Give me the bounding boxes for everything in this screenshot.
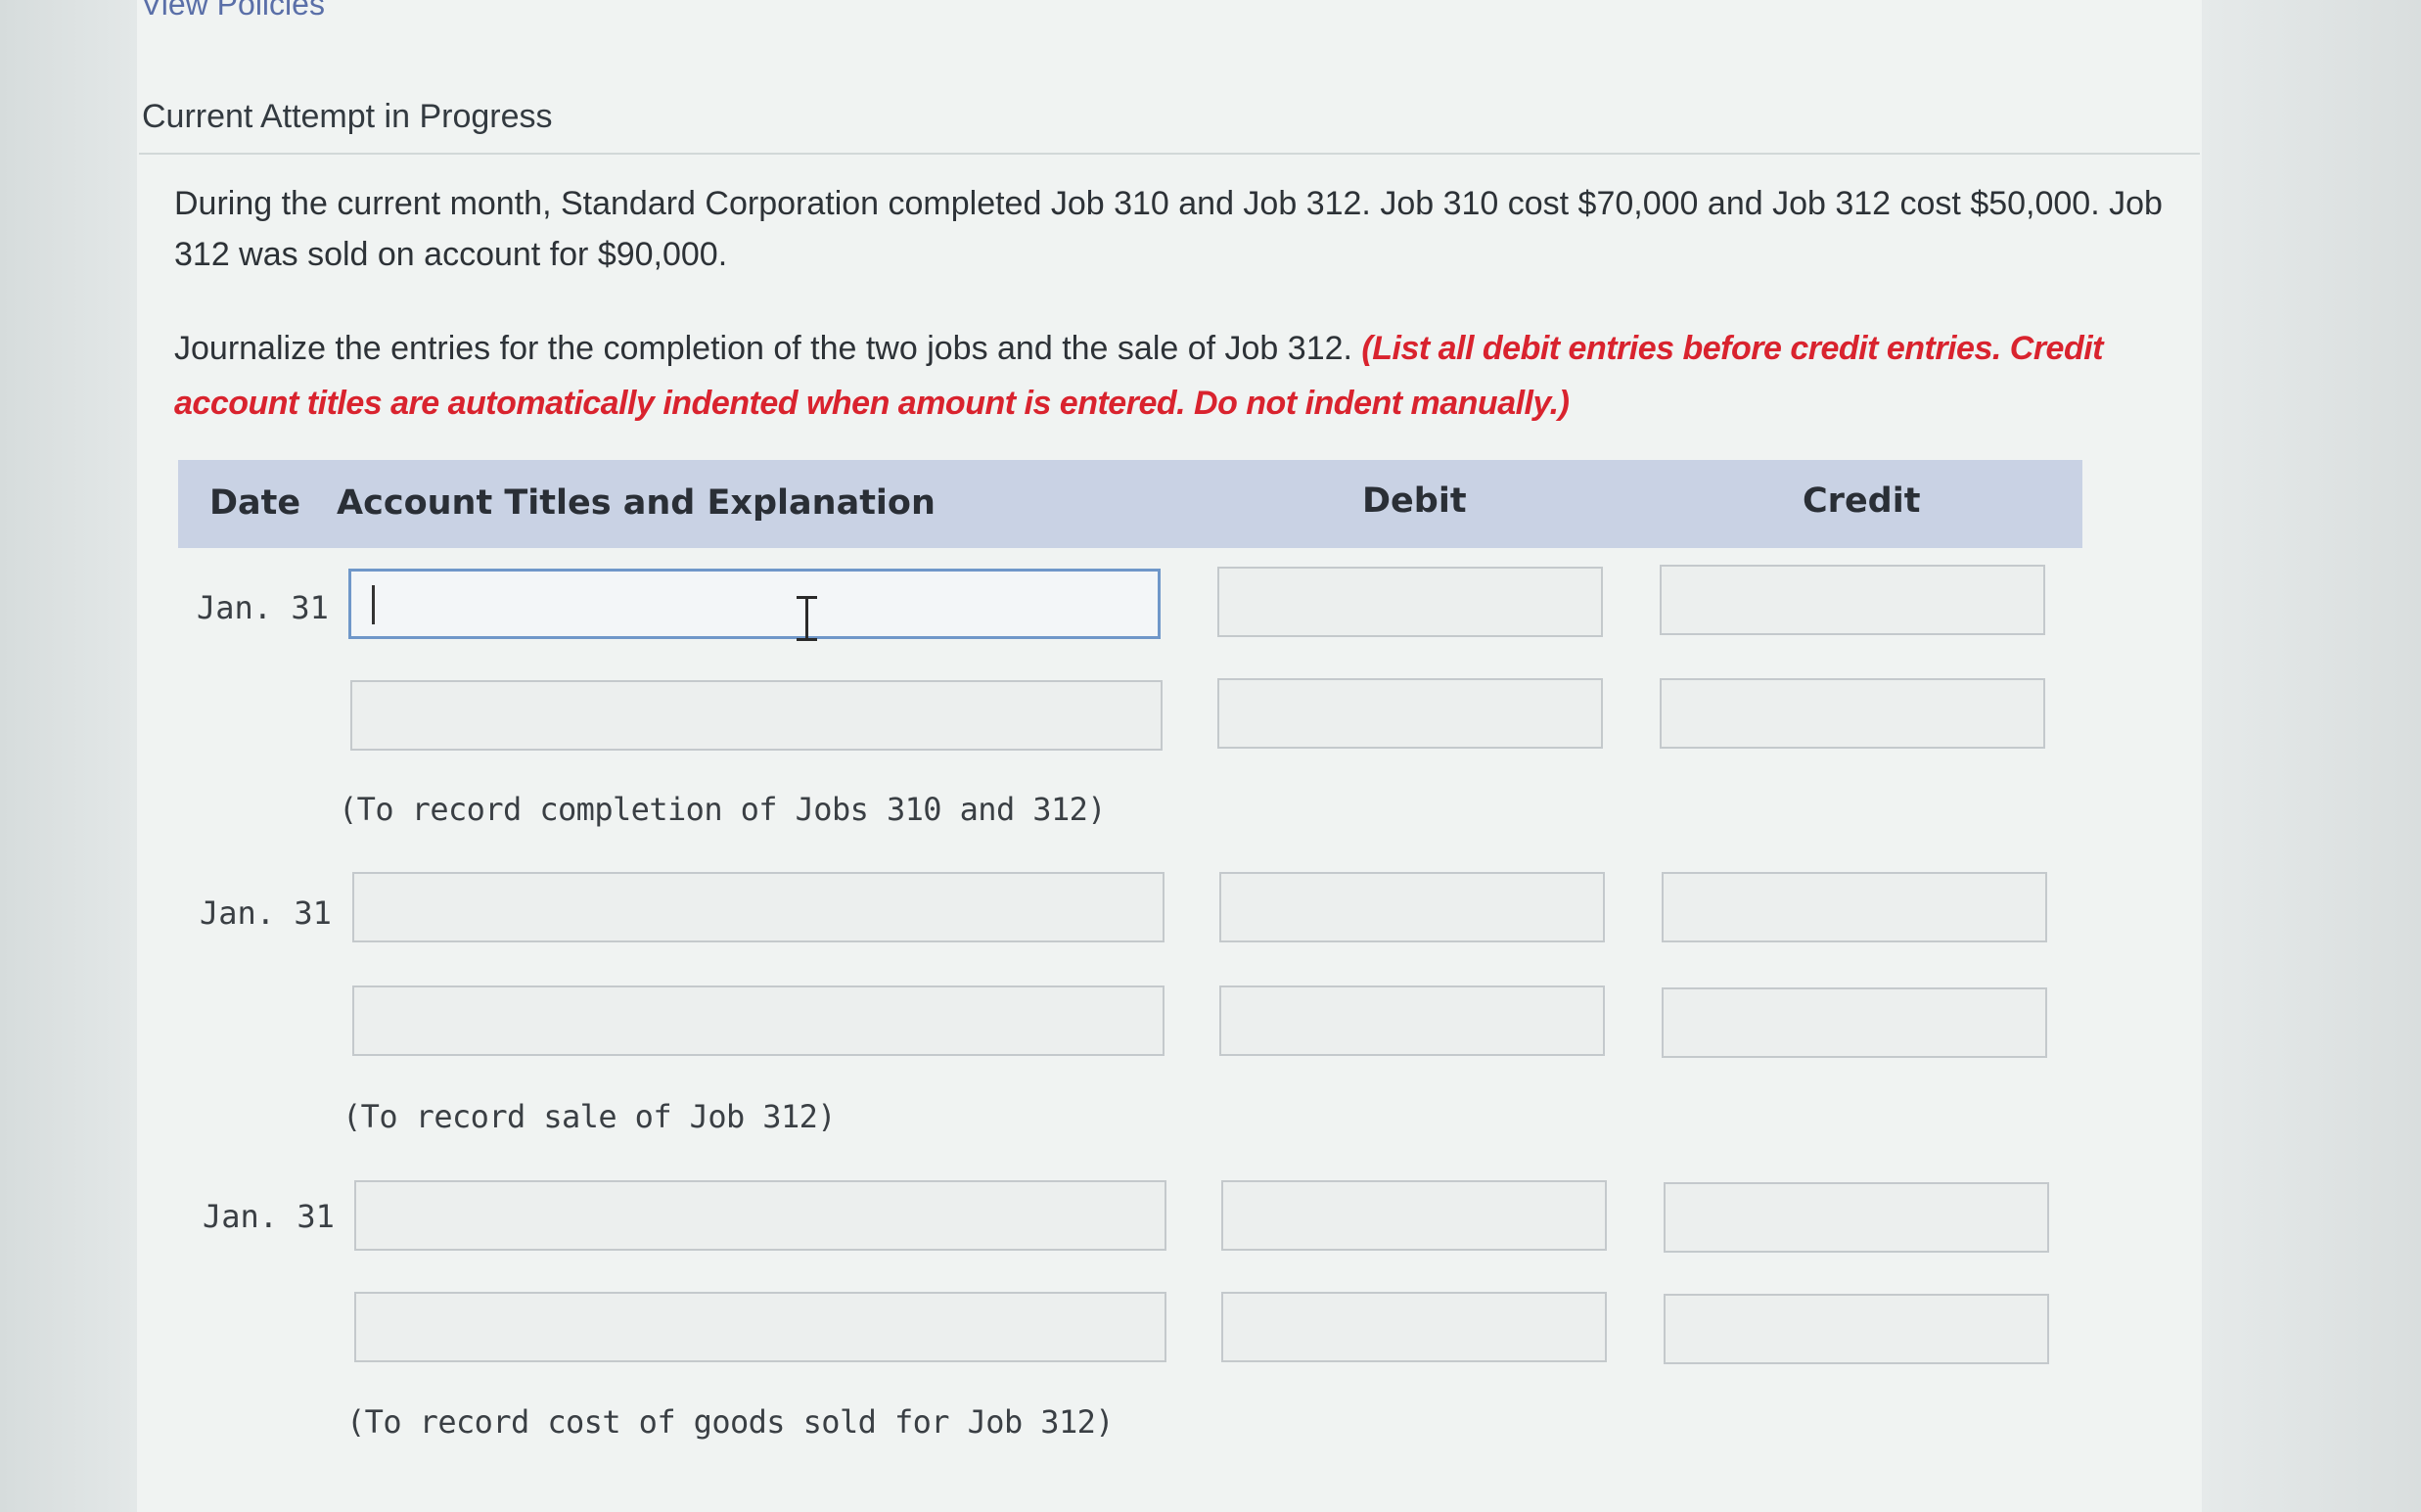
- header-date: Date: [209, 483, 301, 523]
- entry-3-row-2-credit-input[interactable]: [1664, 1294, 2049, 1364]
- entry-1-row-1-debit-input[interactable]: [1217, 567, 1603, 637]
- entry-2-row-1-debit-input[interactable]: [1219, 872, 1605, 942]
- entry-2-row-2-debit-input[interactable]: [1219, 985, 1605, 1056]
- entry-2-explanation: (To record sale of Job 312): [343, 1098, 837, 1135]
- entry-2-row-2-credit-input[interactable]: [1662, 987, 2047, 1058]
- view-policies-link[interactable]: View Policies: [141, 0, 325, 23]
- entry-3-row-1-credit-input[interactable]: [1664, 1182, 2049, 1253]
- entry-1-row-1-account-input[interactable]: [348, 569, 1161, 639]
- header-divider: [139, 153, 2200, 155]
- entry-2-date: Jan. 31: [200, 894, 332, 932]
- current-attempt-heading: Current Attempt in Progress: [142, 98, 553, 135]
- entry-1-row-2-credit-input[interactable]: [1660, 678, 2045, 749]
- entry-1-row-1-credit-input[interactable]: [1660, 565, 2045, 635]
- header-account-titles: Account Titles and Explanation: [337, 483, 936, 523]
- entry-2-row-2-account-input[interactable]: [352, 985, 1165, 1056]
- entry-1-date: Jan. 31: [197, 589, 329, 626]
- header-debit: Debit: [1362, 481, 1467, 521]
- entry-3-date: Jan. 31: [203, 1198, 335, 1235]
- entry-1-row-2-account-input[interactable]: [350, 680, 1163, 751]
- journal-table-header: Date Account Titles and Explanation Debi…: [178, 460, 2082, 548]
- entry-3-row-2-account-input[interactable]: [354, 1292, 1166, 1362]
- entry-3-row-1-debit-input[interactable]: [1221, 1180, 1607, 1251]
- ibeam-cursor-icon: [795, 596, 820, 641]
- entry-3-row-2-debit-input[interactable]: [1221, 1292, 1607, 1362]
- entry-2-row-1-credit-input[interactable]: [1662, 872, 2047, 942]
- entry-1-row-2-debit-input[interactable]: [1217, 678, 1603, 749]
- entry-1-explanation: (To record completion of Jobs 310 and 31…: [339, 791, 1107, 828]
- problem-statement: During the current month, Standard Corpo…: [174, 185, 2163, 273]
- entry-3-row-1-account-input[interactable]: [354, 1180, 1166, 1251]
- instruction-main: Journalize the entries for the completio…: [174, 330, 1352, 367]
- text-caret: [372, 585, 375, 624]
- entry-3-explanation: (To record cost of goods sold for Job 31…: [346, 1403, 1115, 1441]
- instruction: Journalize the entries for the completio…: [174, 321, 2180, 431]
- header-credit: Credit: [1803, 481, 1921, 521]
- entry-2-row-1-account-input[interactable]: [352, 872, 1165, 942]
